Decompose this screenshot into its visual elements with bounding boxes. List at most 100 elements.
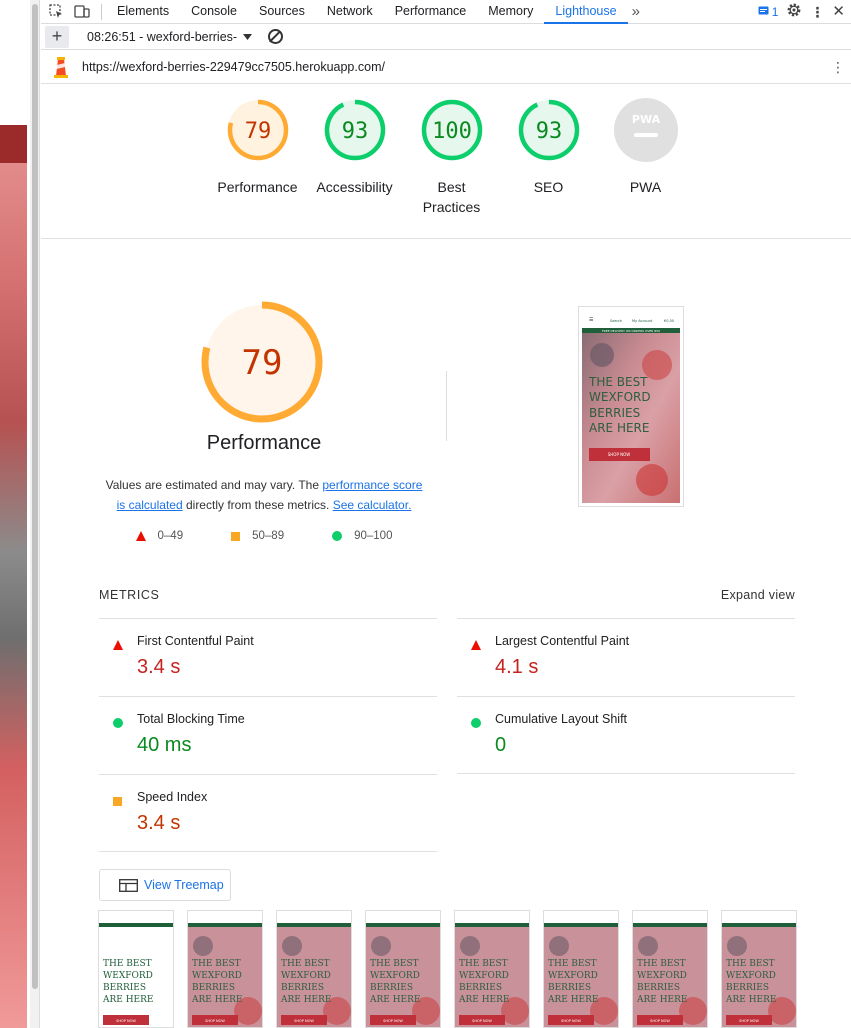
gauge-label: Performance bbox=[217, 179, 298, 195]
svg-text:ARE HERE: ARE HERE bbox=[589, 421, 649, 435]
svg-text:SHOP NOW: SHOP NOW bbox=[608, 452, 631, 457]
tab-memory[interactable]: Memory bbox=[477, 0, 544, 24]
gauge-label: Accessibility bbox=[316, 179, 393, 195]
metric-value: 0 bbox=[495, 734, 507, 756]
performance-description: Values are estimated and may vary. The p… bbox=[99, 475, 429, 515]
tab-lighthouse[interactable]: Lighthouse bbox=[544, 0, 628, 24]
page-scrollbar-thumb[interactable] bbox=[32, 4, 38, 989]
svg-text:€0.00: €0.00 bbox=[664, 319, 674, 323]
fail-triangle-icon bbox=[135, 531, 146, 541]
devtools-panel: Elements Console Sources Network Perform… bbox=[41, 0, 851, 1028]
issues-badge[interactable]: 1 bbox=[758, 4, 779, 19]
desc-text-2: directly from these metrics. bbox=[182, 498, 333, 512]
filmstrip: THE BEST WEXFORD BERRIES ARE HERE SHOP NOW TH… bbox=[98, 910, 797, 1028]
tab-console[interactable]: Console bbox=[180, 0, 248, 24]
svg-text:SHOP NOW: SHOP NOW bbox=[205, 1019, 225, 1023]
filmstrip-frame: THE BEST WEXFORD BERRIES ARE HERE SHOP NOW bbox=[632, 910, 708, 1028]
inspect-element-icon[interactable] bbox=[45, 0, 67, 24]
svg-text:BERRIES: BERRIES bbox=[281, 983, 324, 993]
metric-name: Speed Index bbox=[137, 790, 208, 804]
see-calculator-link[interactable]: See calculator. bbox=[333, 498, 412, 512]
pwa-badge-text: PWA bbox=[631, 113, 660, 126]
tab-elements[interactable]: Elements bbox=[106, 0, 180, 24]
issues-count: 1 bbox=[771, 4, 779, 19]
gauge-label: SEO bbox=[533, 179, 564, 195]
page-background bbox=[0, 0, 30, 1028]
average-square-icon bbox=[113, 793, 122, 811]
metric-name: Cumulative Layout Shift bbox=[495, 712, 628, 726]
legend-average: 50–89 bbox=[231, 530, 284, 542]
tab-performance[interactable]: Performance bbox=[384, 0, 478, 24]
score-gauges: 79 Performance 93 Accessibility 100 Best… bbox=[41, 84, 851, 239]
svg-text:ARE HERE: ARE HERE bbox=[547, 995, 598, 1005]
fail-triangle-icon bbox=[113, 637, 123, 655]
filmstrip-frame: THE BEST WEXFORD BERRIES ARE HERE SHOP NOW bbox=[543, 910, 619, 1028]
svg-text:SHOP NOW: SHOP NOW bbox=[294, 1019, 314, 1023]
gauge-label: PWA bbox=[629, 179, 662, 195]
performance-summary: 79 Performance Values are estimated and … bbox=[99, 300, 429, 542]
final-screenshot[interactable]: ☰ Search My Account €0.00 FREE DELIVERY … bbox=[578, 306, 684, 507]
gauge-best-practices[interactable]: 100 Best Practices bbox=[403, 84, 500, 238]
clear-reports-icon[interactable] bbox=[268, 29, 284, 44]
svg-text:FREE DELIVERY ON ORDERS OVER €: FREE DELIVERY ON ORDERS OVER €50 bbox=[602, 329, 660, 333]
svg-text:SHOP NOW: SHOP NOW bbox=[383, 1019, 403, 1023]
svg-text:SHOP NOW: SHOP NOW bbox=[472, 1019, 492, 1023]
lighthouse-logo-icon bbox=[53, 56, 69, 78]
chevron-down-icon bbox=[243, 33, 253, 40]
settings-gear-icon[interactable] bbox=[786, 2, 802, 21]
legend-fail: 0–49 bbox=[135, 530, 183, 542]
fail-triangle-icon bbox=[471, 637, 481, 655]
performance-score-link[interactable]: performance score bbox=[322, 478, 422, 492]
gauge-accessibility[interactable]: 93 Accessibility bbox=[306, 84, 403, 238]
expand-view-toggle[interactable]: Expand view bbox=[721, 588, 795, 602]
gauge-pwa[interactable]: PWA PWA bbox=[597, 84, 694, 238]
metric-value: 3.4 s bbox=[137, 656, 181, 678]
metrics-header: METRICS Expand view bbox=[99, 588, 795, 602]
svg-text:BERRIES: BERRIES bbox=[103, 983, 146, 993]
metric-speed-index: Speed Index 3.4 s bbox=[99, 774, 437, 852]
final-screenshot-image: ☰ Search My Account €0.00 FREE DELIVERY … bbox=[582, 310, 680, 503]
metrics-heading: METRICS bbox=[99, 588, 160, 602]
svg-text:BERRIES: BERRIES bbox=[548, 983, 591, 993]
svg-text:BERRIES: BERRIES bbox=[192, 983, 235, 993]
svg-text:THE BEST: THE BEST bbox=[637, 959, 686, 969]
svg-text:SHOP NOW: SHOP NOW bbox=[561, 1019, 581, 1023]
report-url-bar: https://wexford-berries-229479cc7505.her… bbox=[41, 50, 851, 84]
svg-text:SHOP NOW: SHOP NOW bbox=[116, 1019, 136, 1023]
gauge-ring: 93 bbox=[518, 99, 579, 161]
new-report-button[interactable]: + bbox=[45, 25, 69, 48]
svg-text:WEXFORD: WEXFORD bbox=[726, 971, 776, 981]
svg-text:SHOP NOW: SHOP NOW bbox=[739, 1019, 759, 1023]
svg-text:THE BEST: THE BEST bbox=[281, 959, 330, 969]
svg-text:THE BEST: THE BEST bbox=[459, 959, 508, 969]
performance-score: 79 bbox=[242, 343, 283, 383]
metric-value: 3.4 s bbox=[137, 812, 181, 834]
view-treemap-button[interactable]: View Treemap bbox=[99, 869, 231, 901]
performance-score-link-2[interactable]: is calculated bbox=[117, 498, 183, 512]
gauge-performance[interactable]: 79 Performance bbox=[209, 84, 306, 238]
performance-title: Performance bbox=[206, 432, 322, 454]
report-menu-icon[interactable]: ⋮ bbox=[831, 60, 845, 74]
customize-menu-icon[interactable]: ⋮ bbox=[810, 5, 824, 19]
svg-text:☰: ☰ bbox=[589, 317, 594, 323]
svg-text:BERRIES: BERRIES bbox=[589, 406, 640, 420]
gauge-ring: 100 bbox=[421, 99, 482, 161]
report-url[interactable]: https://wexford-berries-229479cc7505.her… bbox=[82, 60, 385, 74]
treemap-icon bbox=[119, 878, 138, 892]
svg-text:WEXFORD: WEXFORD bbox=[281, 971, 331, 981]
gauge-score: 93 bbox=[535, 119, 562, 144]
gauge-seo[interactable]: 93 SEO bbox=[500, 84, 597, 238]
report-selector[interactable]: 08:26:51 - wexford-berries- bbox=[87, 30, 253, 44]
filmstrip-frame: THE BEST WEXFORD BERRIES ARE HERE SHOP NOW bbox=[187, 910, 263, 1028]
svg-text:BERRIES: BERRIES bbox=[637, 983, 680, 993]
svg-text:WEXFORD: WEXFORD bbox=[192, 971, 242, 981]
filmstrip-frame: THE BEST WEXFORD BERRIES ARE HERE SHOP NOW bbox=[98, 910, 174, 1028]
more-tabs-icon[interactable]: » bbox=[628, 0, 644, 24]
close-devtools-icon[interactable]: ✕ bbox=[832, 4, 845, 19]
tab-network[interactable]: Network bbox=[316, 0, 384, 24]
metric-name: Total Blocking Time bbox=[137, 712, 245, 726]
desc-text-1: Values are estimated and may vary. The bbox=[105, 478, 323, 492]
device-toolbar-icon[interactable] bbox=[71, 0, 93, 24]
metric-tbt: Total Blocking Time 40 ms bbox=[99, 696, 437, 774]
tab-sources[interactable]: Sources bbox=[248, 0, 316, 24]
